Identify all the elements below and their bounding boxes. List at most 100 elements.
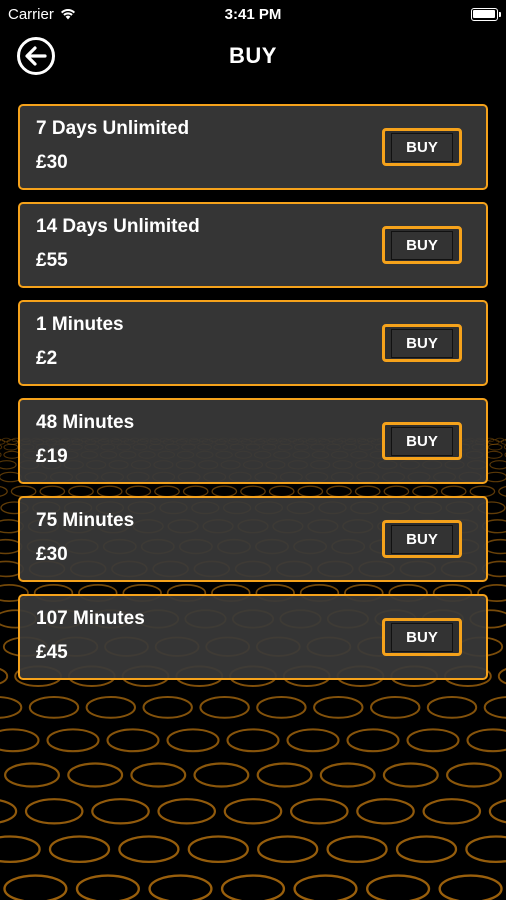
background-hex-cell	[0, 452, 2, 458]
background-hex-cell	[3, 874, 68, 900]
background-hex-cell	[220, 874, 286, 900]
background-hex-cell	[370, 696, 421, 719]
background-hex-cell	[48, 835, 111, 864]
arrow-left-icon	[25, 46, 47, 66]
background-hex-cell	[489, 460, 506, 470]
background-hex-cell	[0, 444, 3, 450]
package-price: £30	[36, 152, 68, 173]
package-card: 7 Days Unlimited £30 BUY	[18, 104, 488, 190]
package-card: 48 Minutes £19 BUY	[18, 398, 488, 484]
buy-button[interactable]: BUY	[382, 422, 462, 460]
background-hex-cell	[187, 835, 249, 864]
background-hex-cell	[426, 696, 478, 719]
package-card: 107 Minutes £45 BUY	[18, 594, 488, 680]
background-hex-cell	[406, 728, 460, 753]
background-hex-cell	[157, 798, 217, 825]
package-list: 7 Days Unlimited £30 BUY 14 Days Unlimit…	[18, 104, 488, 692]
background-hex-cell	[118, 835, 180, 864]
background-hex-cell	[465, 835, 506, 864]
buy-button-label: BUY	[391, 230, 453, 260]
background-hex-cell	[0, 835, 41, 864]
background-hex-cell	[193, 762, 250, 788]
buy-button-label: BUY	[391, 426, 453, 456]
wifi-icon	[60, 9, 75, 20]
background-hex-cell	[289, 798, 349, 825]
background-hex-cell	[346, 728, 400, 753]
background-hex-cell	[142, 696, 193, 719]
buy-button-label: BUY	[391, 132, 453, 162]
package-price: £45	[36, 642, 68, 663]
background-hex-cell	[223, 798, 283, 825]
package-name: 1 Minutes	[36, 314, 124, 335]
buy-button-label: BUY	[391, 622, 453, 652]
background-hex-cell	[0, 460, 17, 470]
background-hex-cell	[85, 696, 136, 719]
background-hex-cell	[256, 696, 307, 719]
background-hex-cell	[0, 668, 9, 685]
package-name: 48 Minutes	[36, 412, 135, 433]
package-price: £2	[36, 348, 58, 369]
package-price: £55	[36, 250, 68, 271]
carrier-label: Carrier	[8, 5, 54, 23]
background-hex-cell	[257, 835, 319, 864]
background-hex-cell	[256, 762, 313, 788]
background-hex-cell	[28, 696, 80, 719]
background-hex-cell	[356, 798, 415, 825]
background-hex-cell	[199, 696, 250, 719]
buy-button[interactable]: BUY	[382, 324, 462, 362]
package-name: 75 Minutes	[36, 510, 135, 531]
status-time: 3:41 PM	[224, 5, 282, 23]
package-name: 7 Days Unlimited	[36, 118, 190, 139]
buy-button[interactable]: BUY	[382, 226, 462, 264]
buy-button[interactable]: BUY	[382, 618, 462, 656]
background-hex-cell	[487, 443, 503, 451]
background-hex-cell	[395, 835, 458, 864]
status-bar: Carrier 3:41 PM	[0, 0, 506, 28]
package-card: 1 Minutes £2 BUY	[18, 300, 488, 386]
background-hex-cell	[326, 835, 388, 864]
package-price: £19	[36, 446, 68, 467]
background-hex-cell	[166, 728, 220, 753]
background-hex-cell	[497, 668, 506, 685]
buy-button[interactable]: BUY	[382, 520, 462, 558]
background-hex-cell	[422, 798, 482, 825]
background-hex-cell	[382, 762, 439, 788]
background-hex-cell	[130, 762, 187, 788]
battery-icon	[470, 7, 501, 21]
background-hex-cell	[483, 696, 506, 719]
buy-button[interactable]: BUY	[382, 128, 462, 166]
background-hex-cell	[366, 874, 431, 900]
background-hex-cell	[0, 728, 40, 753]
background-hex-cell	[226, 728, 280, 753]
background-hex-cell	[148, 874, 213, 900]
package-price: £30	[36, 544, 68, 565]
background-hex-cell	[0, 799, 18, 824]
buy-button-label: BUY	[391, 524, 453, 554]
background-hex-cell	[293, 874, 358, 900]
background-hex-cell	[286, 728, 340, 753]
background-hex-cell	[67, 762, 124, 788]
buy-button-label: BUY	[391, 328, 453, 358]
background-hex-cell	[466, 728, 506, 753]
background-hex-cell	[498, 485, 506, 497]
background-hex-cell	[488, 799, 506, 824]
page-title: BUY	[229, 43, 277, 68]
background-hex-cell	[24, 798, 84, 825]
package-card: 14 Days Unlimited £55 BUY	[18, 202, 488, 288]
background-hex-cell	[75, 874, 140, 900]
package-name: 107 Minutes	[36, 608, 145, 629]
background-hex-cell	[3, 443, 19, 451]
background-hex-cell	[0, 696, 23, 719]
package-card: 75 Minutes £30 BUY	[18, 496, 488, 582]
background-hex-cell	[313, 696, 364, 719]
package-name: 14 Days Unlimited	[36, 216, 200, 237]
background-hex-cell	[46, 728, 100, 753]
back-button[interactable]	[17, 37, 55, 75]
navigation-bar: BUY	[0, 32, 506, 80]
background-hex-cell	[438, 874, 503, 900]
background-hex-cell	[91, 798, 150, 825]
background-hex-cell	[4, 762, 60, 788]
background-hex-cell	[319, 762, 376, 788]
background-hex-cell	[485, 450, 503, 459]
background-hex-cell	[0, 485, 8, 497]
